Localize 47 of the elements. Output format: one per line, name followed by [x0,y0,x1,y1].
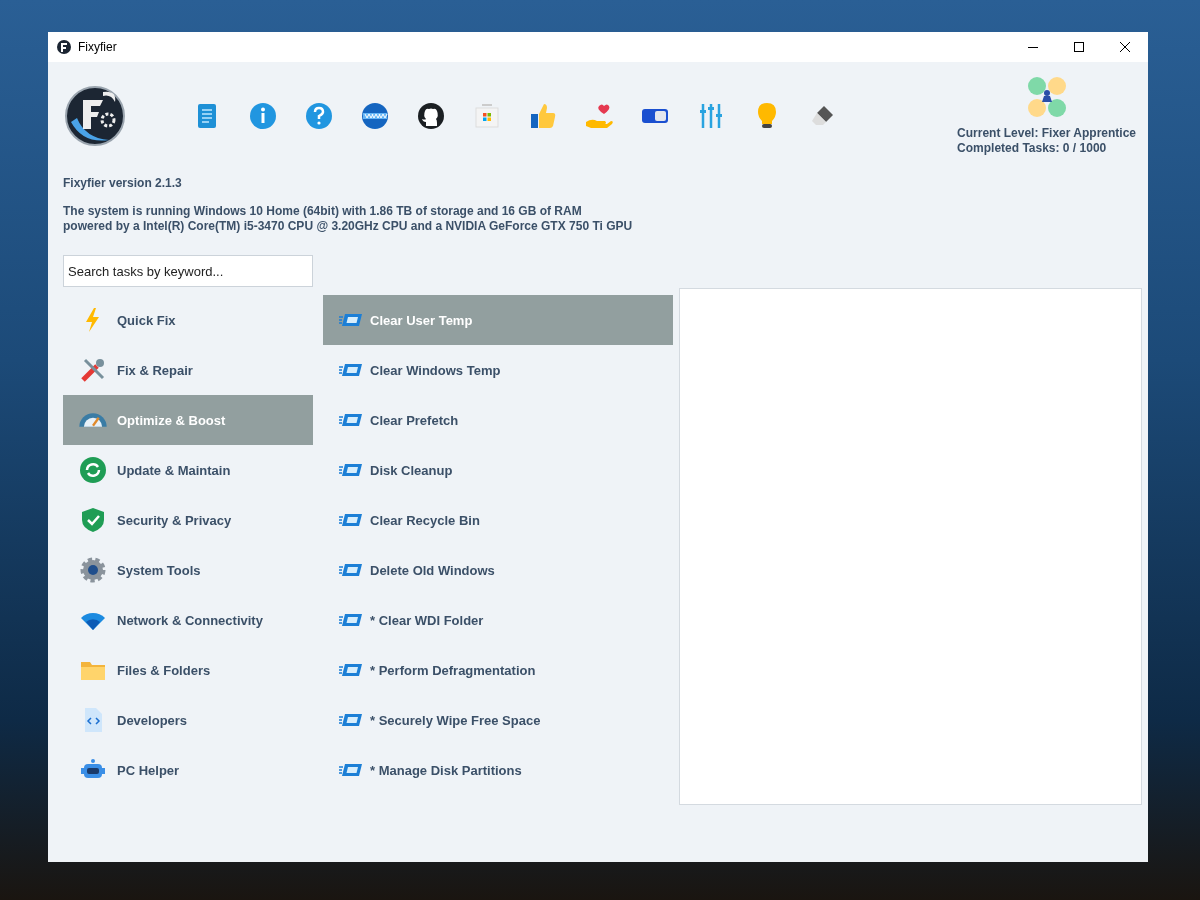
shield-icon [79,506,107,534]
version-text: Fixyfier version 2.1.3 [63,176,183,190]
drive-icon [339,412,363,428]
task-item[interactable]: * Clear WDI Folder [323,595,673,645]
drive-icon [339,762,363,778]
task-item[interactable]: * Manage Disk Partitions [323,745,673,795]
refresh-icon [79,456,107,484]
drive-icon [339,312,363,328]
task-item[interactable]: Delete Old Windows [323,545,673,595]
task-item[interactable]: Clear Prefetch [323,395,673,445]
window-title: Fixyfier [78,40,117,54]
maximize-icon [1074,42,1084,52]
task-item[interactable]: * Perform Defragmentation [323,645,673,695]
category-item[interactable]: Quick Fix [63,295,313,345]
task-item[interactable]: * Securely Wipe Free Space [323,695,673,745]
category-item[interactable]: Update & Maintain [63,445,313,495]
category-item[interactable]: Security & Privacy [63,495,313,545]
drive-icon [339,562,363,578]
drive-icon [339,612,363,628]
globe-icon[interactable] [359,100,391,132]
drive-icon [339,462,363,478]
system-info-text: powered by a Intel(R) Core(TM) i5-3470 CPU @ 3.20GHz CPU and a NVIDIA GeForce GTX 750 Ti GPU [63,219,634,234]
minimize-icon [1028,46,1038,48]
app-logo-icon [56,39,72,55]
category-item[interactable]: Files & Folders [63,645,313,695]
gauge-icon [79,412,107,428]
drive-icon [339,512,363,528]
gear-icon [79,556,107,584]
category-item[interactable]: System Tools [63,545,313,595]
category-item[interactable]: PC Helper [63,745,313,795]
current-level-text: Current Level: Fixer Apprentice [957,126,1136,141]
category-item[interactable]: Network & Connectivity [63,595,313,645]
drive-icon [339,712,363,728]
drive-icon [339,662,363,678]
category-item[interactable]: Developers [63,695,313,745]
search-field[interactable]: Search tasks by keyword... [63,255,313,287]
task-item[interactable]: Clear Recycle Bin [323,495,673,545]
completed-tasks-text: Completed Tasks: 0 / 1000 [957,141,1107,156]
task-item[interactable]: Clear Windows Temp [323,345,673,395]
drive-icon [339,362,363,378]
help-icon[interactable] [303,100,335,132]
close-icon [1120,42,1130,52]
category-item[interactable]: Fix & Repair [63,345,313,395]
task-item[interactable]: Disk Cleanup [323,445,673,495]
info-icon[interactable] [247,100,279,132]
tools-icon [79,356,107,384]
system-info-text: The system is running Windows 10 Home (64bit) with 1.86 TB of storage and 16 GB of RAM [63,204,583,219]
